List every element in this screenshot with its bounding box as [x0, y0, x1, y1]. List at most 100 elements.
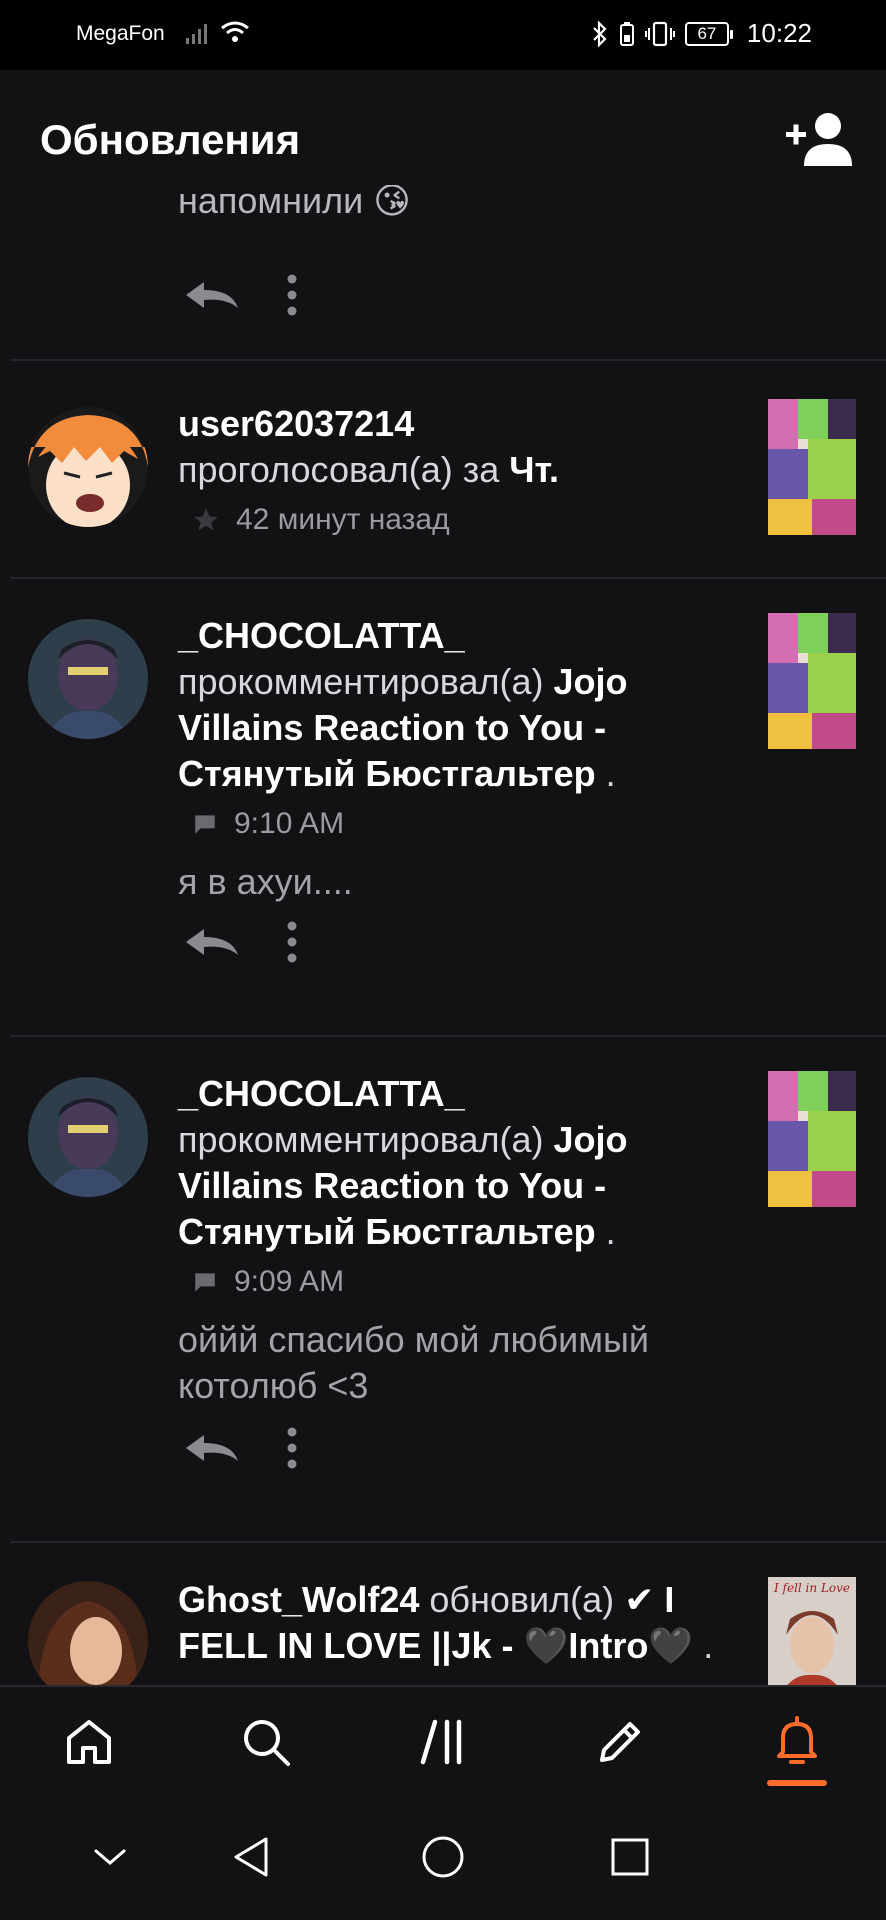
system-navigation-bar: [0, 1797, 886, 1920]
feed-item-update[interactable]: Ghost_Wolf24 обновил(а) ✔ I FELL IN LOVE…: [0, 1543, 886, 1685]
nav-search[interactable]: [206, 1692, 326, 1792]
action-verb: прокомментировал(а): [178, 661, 544, 702]
bluetooth-icon: [593, 20, 607, 47]
feed-item-comment[interactable]: _CHOCOLATTA_ прокомментировал(а) Jojo Vi…: [0, 579, 886, 1035]
avatar[interactable]: [28, 1077, 148, 1197]
username-link[interactable]: _CHOCOLATTA_: [178, 1073, 465, 1114]
vibrate-icon: [644, 21, 675, 46]
item-text: _CHOCOLATTA_ прокомментировал(а) Jojo Vi…: [178, 613, 738, 905]
item-actions: [180, 917, 302, 967]
carrier-name: MegaFon: [76, 22, 165, 45]
feed-item-vote[interactable]: user62037214 проголосовал(а) за Чт. 42 м…: [0, 361, 886, 577]
item-text: user62037214 проголосовал(а) за Чт. 42 м…: [178, 401, 738, 543]
story-cover-image: [768, 399, 856, 535]
action-verb: проголосовал(а) за: [178, 449, 500, 490]
nav-write[interactable]: [560, 1692, 680, 1792]
more-vertical-icon: [287, 1427, 297, 1469]
page-title: Обновления: [40, 116, 301, 163]
notifications-feed[interactable]: напомнили 😘 user62037214 проголосовал(а)…: [0, 185, 886, 1685]
more-options-button[interactable]: [282, 1425, 302, 1471]
story-cover[interactable]: [768, 1071, 856, 1207]
item-text: Ghost_Wolf24 обновил(а) ✔ I FELL IN LOVE…: [178, 1577, 738, 1669]
comment-text: напомнили 😘: [178, 185, 411, 221]
story-link[interactable]: Чт.: [509, 449, 559, 490]
partial-feed-item: напомнили 😘: [0, 185, 886, 360]
system-recents-button[interactable]: [600, 1827, 660, 1887]
comment-icon: [195, 815, 215, 834]
clock: 10:22: [746, 18, 812, 48]
signal-icon: [186, 24, 207, 44]
wifi-icon: [221, 21, 249, 42]
story-cover[interactable]: I fell in Love: [768, 1577, 856, 1685]
star-icon: [194, 508, 218, 531]
battery-indicator: 67: [684, 21, 733, 46]
reply-icon: [186, 282, 238, 308]
library-icon: [420, 1719, 462, 1765]
suffix: .: [605, 753, 616, 794]
nav-library[interactable]: [383, 1692, 503, 1792]
system-back-button[interactable]: [222, 1827, 282, 1887]
battery-saver-icon: [619, 21, 634, 46]
search-icon: [243, 1720, 290, 1766]
story-cover[interactable]: [768, 613, 856, 749]
avatar-image: [28, 407, 148, 527]
reply-icon: [186, 1435, 238, 1461]
comment-text: я в ахуи....: [178, 861, 353, 902]
suffix: .: [605, 1211, 616, 1252]
username-link[interactable]: Ghost_Wolf24: [178, 1579, 419, 1620]
reply-button[interactable]: [180, 1428, 242, 1468]
nav-notifications[interactable]: [737, 1692, 857, 1792]
bell-icon: [777, 1716, 818, 1764]
reply-icon: [186, 929, 238, 955]
status-bar: MegaFon 67 10:22: [0, 0, 886, 70]
story-cover[interactable]: [768, 399, 856, 535]
reply-button[interactable]: [180, 275, 242, 315]
more-options-button[interactable]: [282, 919, 302, 965]
avatar-image: [28, 1077, 148, 1197]
item-actions: [180, 1423, 302, 1473]
active-tab-indicator: [767, 1780, 828, 1786]
home-circle-icon: [422, 1836, 464, 1878]
timestamp: 42 минут назад: [236, 503, 450, 536]
avatar[interactable]: [28, 407, 148, 527]
status-right: 67 10:22: [591, 18, 812, 49]
recents-icon: [611, 1838, 649, 1876]
timestamp: 9:09 AM: [234, 1265, 345, 1298]
avatar[interactable]: [28, 1581, 148, 1685]
story-cover-text: I fell in Love: [773, 1581, 851, 1595]
suffix: .: [703, 1625, 714, 1666]
item-meta: 42 минут назад: [192, 497, 738, 543]
story-cover-image: [768, 613, 856, 749]
username-link[interactable]: _CHOCOLATTA_: [178, 615, 465, 656]
username-link[interactable]: user62037214: [178, 403, 414, 444]
signal-icons: [186, 20, 250, 44]
feed-item-comment[interactable]: _CHOCOLATTA_ прокомментировал(а) Jojo Vi…: [0, 1037, 886, 1541]
item-meta: 9:10 AM: [192, 801, 738, 847]
reply-button[interactable]: [180, 922, 242, 962]
comment-text: оййй спасибо мой любимый котолюб <3: [178, 1319, 649, 1406]
comment-icon: [195, 1273, 215, 1292]
story-cover-image: [786, 1611, 838, 1685]
item-text: _CHOCOLATTA_ прокомментировал(а) Jojo Vi…: [178, 1071, 738, 1409]
avatar[interactable]: [28, 619, 148, 739]
more-options-button[interactable]: [282, 272, 302, 318]
hide-keyboard-button[interactable]: [80, 1827, 140, 1887]
action-verb: прокомментировал(а): [178, 1119, 544, 1160]
nav-home[interactable]: [29, 1692, 149, 1792]
back-icon: [234, 1837, 268, 1877]
item-meta: 9:09 AM: [192, 1259, 738, 1305]
home-icon: [66, 1720, 111, 1764]
item-actions: [180, 270, 302, 320]
chevron-down-icon: [94, 1849, 126, 1865]
system-home-button[interactable]: [413, 1827, 473, 1887]
timestamp: 9:10 AM: [234, 807, 345, 840]
add-person-icon: [786, 113, 852, 166]
more-vertical-icon: [287, 274, 297, 316]
pencil-icon: [600, 1722, 641, 1762]
story-cover-image: [768, 1071, 856, 1207]
bottom-navigation: [0, 1685, 886, 1797]
add-person-button[interactable]: [784, 110, 856, 170]
action-verb: обновил(а): [429, 1579, 615, 1620]
avatar-image: [28, 619, 148, 739]
avatar-image: [28, 1581, 148, 1685]
